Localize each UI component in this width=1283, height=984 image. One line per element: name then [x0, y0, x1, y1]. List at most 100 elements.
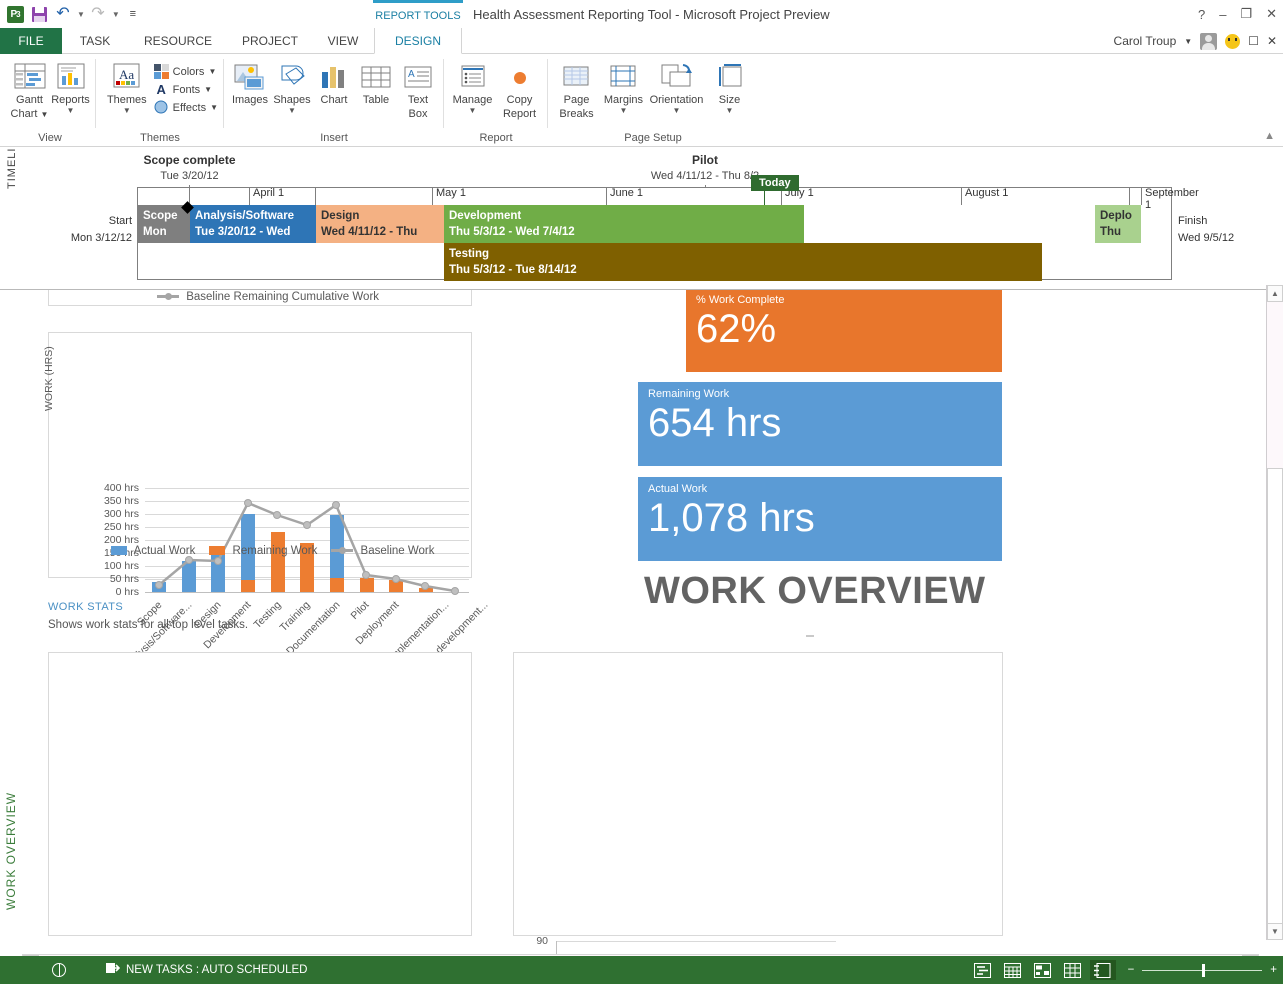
zoom-in-button[interactable]: + — [1270, 964, 1277, 976]
tab-view[interactable]: VIEW — [312, 28, 374, 54]
minimize-button[interactable]: – — [1219, 7, 1226, 22]
zoom-out-button[interactable]: − — [1128, 964, 1135, 976]
feedback-smiley-icon[interactable] — [1225, 34, 1240, 49]
margins-label: Margins — [604, 94, 643, 106]
timeline-bar-analysis[interactable]: Analysis/Software Tue 3/20/12 - Wed — [190, 205, 316, 243]
restore-button[interactable]: ❐ — [1240, 6, 1252, 22]
account-dropdown-icon[interactable]: ▼ — [1184, 37, 1192, 46]
orientation-dropdown-icon[interactable]: ▼ — [673, 108, 681, 114]
status-bar[interactable]: NEW TASKS : AUTO SCHEDULED − + — [0, 956, 1283, 984]
margins-dropdown-icon[interactable]: ▼ — [619, 108, 627, 114]
team-planner-view-button[interactable] — [1030, 960, 1056, 980]
redo-icon[interactable]: ↷ — [87, 3, 109, 25]
colors-button[interactable]: Colors ▼ — [154, 64, 218, 79]
shapes-button[interactable]: Shapes ▼ — [272, 58, 312, 114]
task-usage-view-button[interactable] — [1000, 960, 1026, 980]
avatar[interactable] — [1200, 33, 1217, 50]
save-icon[interactable] — [28, 3, 50, 25]
cumulative-work-legend-item: Baseline Remaining Cumulative Work — [157, 291, 379, 303]
fonts-button[interactable]: A Fonts ▼ — [154, 82, 218, 97]
report-view-button[interactable] — [1090, 960, 1116, 980]
effects-button[interactable]: Effects ▼ — [154, 100, 218, 115]
reports-dropdown-icon[interactable]: ▼ — [67, 108, 75, 114]
baseline-cumulative-label: Baseline Remaining Cumulative Work — [186, 291, 379, 303]
task-work-chart-panel[interactable]: WORK (HRS) 0 hrs 50 hrs 100 hrs 150 hrs … — [48, 332, 472, 578]
resource-work-stats-panel[interactable]: Carol Troup Paul Shakespear Michael Graf… — [48, 652, 472, 936]
close-button[interactable]: ✕ — [1266, 6, 1277, 22]
zoom-slider[interactable] — [1142, 970, 1262, 971]
manage-dropdown-icon[interactable]: ▼ — [469, 108, 477, 114]
vertical-scroll-thumb[interactable] — [1267, 468, 1283, 928]
tab-file[interactable]: FILE — [0, 28, 62, 54]
kpi-actual-work[interactable]: Actual Work 1,078 hrs — [638, 477, 1002, 561]
tab-resource[interactable]: RESOURCE — [128, 28, 228, 54]
undo-icon[interactable]: ↶ — [52, 3, 74, 25]
chart-button[interactable]: Chart — [314, 58, 354, 106]
redo-dropdown-icon[interactable]: ▼ — [112, 10, 120, 19]
report-canvas[interactable]: WORK OVERVIEW Baseline Remaining Cumulat… — [0, 290, 1283, 958]
timeline-bar-development[interactable]: Development Thu 5/3/12 - Wed 7/4/12 — [444, 205, 804, 243]
ribbon[interactable]: Gantt Chart ▼ Reports ▼ View Aa — [0, 54, 1283, 147]
effects-icon — [154, 100, 169, 115]
manage-label: Manage — [453, 94, 493, 106]
tab-task[interactable]: TASK — [62, 28, 128, 54]
ribbon-display-options-button[interactable]: ☐ — [1248, 34, 1259, 48]
themes-dropdown-icon[interactable]: ▼ — [123, 108, 131, 114]
vertical-scrollbar[interactable]: ▲ ▼ — [1266, 285, 1283, 940]
size-button[interactable]: Size ▼ — [707, 58, 752, 114]
text-box-button[interactable]: A Text Box — [398, 58, 438, 120]
customize-qat-icon[interactable]: ≡ — [122, 3, 144, 25]
themes-icon: Aa — [110, 60, 144, 92]
quick-access-toolbar[interactable]: P3 ↶ ▼ ↷ ▼ ≡ — [4, 3, 144, 25]
margins-button[interactable]: Margins ▼ — [601, 58, 646, 114]
zoom-slider-knob[interactable] — [1202, 964, 1205, 977]
images-button[interactable]: Images — [230, 58, 270, 106]
window-controls[interactable]: ? – ❐ ✕ — [1198, 0, 1277, 28]
tab-project[interactable]: PROJECT — [228, 28, 312, 54]
colors-dropdown-icon[interactable]: ▼ — [208, 67, 216, 76]
reports-button[interactable]: Reports ▼ — [51, 58, 90, 114]
timeline-tick-august: August 1 — [961, 187, 1008, 205]
zoom-control[interactable]: − + — [1128, 964, 1277, 976]
manage-button[interactable]: Manage ▼ — [450, 58, 495, 114]
page-breaks-button[interactable]: Page Breaks — [554, 58, 599, 120]
undo-dropdown-icon[interactable]: ▼ — [77, 10, 85, 19]
globe-icon[interactable] — [52, 963, 66, 977]
remaining-availability-panel[interactable]: 90 80 70 60 50 40 30 20 10 0 — [513, 652, 1003, 936]
shapes-dropdown-icon[interactable]: ▼ — [288, 108, 296, 114]
scroll-up-button[interactable]: ▲ — [1267, 285, 1283, 302]
timeline-bar-testing[interactable]: Testing Thu 5/3/12 - Tue 8/14/12 — [444, 243, 1042, 281]
timeline-panel[interactable]: TIMELINE Scope complete Tue 3/20/12 Pilo… — [0, 147, 1283, 290]
collapse-ribbon-button[interactable]: ▲ — [1264, 130, 1275, 142]
timeline-bar-scope[interactable]: Scope Mon — [138, 205, 190, 243]
account-name[interactable]: Carol Troup — [1114, 34, 1177, 48]
gantt-chart-button[interactable]: Gantt Chart ▼ — [10, 58, 49, 121]
tab-design[interactable]: DESIGN — [374, 28, 462, 54]
themes-button[interactable]: Aa Themes ▼ — [102, 58, 152, 114]
kpi-percent-work-complete[interactable]: % Work Complete 62% — [686, 290, 1002, 372]
effects-dropdown-icon[interactable]: ▼ — [210, 103, 218, 112]
gantt-view-button[interactable] — [970, 960, 996, 980]
ribbon-tab-strip[interactable]: FILE TASK RESOURCE PROJECT VIEW DESIGN C… — [0, 28, 1283, 54]
timeline-bar-design[interactable]: Design Wed 4/11/12 - Thu — [316, 205, 444, 243]
orientation-button[interactable]: Orientation ▼ — [648, 58, 705, 114]
report-tools-contextual-tab[interactable]: REPORT TOOLS — [373, 0, 463, 28]
scroll-down-button[interactable]: ▼ — [1267, 923, 1283, 940]
timeline-bar-deployment[interactable]: Deplo Thu — [1095, 205, 1141, 243]
images-label: Images — [232, 94, 268, 106]
copy-report-button[interactable]: Copy Report — [497, 58, 542, 120]
fonts-dropdown-icon[interactable]: ▼ — [204, 85, 212, 94]
timeline-tick-april: April 1 — [249, 187, 284, 205]
shapes-icon — [274, 60, 310, 92]
cumulative-work-chart-panel[interactable]: Baseline Remaining Cumulative Work — [48, 290, 472, 306]
schedule-mode-button[interactable]: NEW TASKS : AUTO SCHEDULED — [106, 963, 307, 978]
close-document-button[interactable]: ✕ — [1267, 34, 1277, 48]
account-area[interactable]: Carol Troup ▼ ☐ ✕ — [1114, 28, 1277, 54]
table-button[interactable]: Table — [356, 58, 396, 106]
resource-sheet-view-button[interactable] — [1060, 960, 1086, 980]
ribbon-group-insert-label: Insert — [230, 130, 438, 146]
ribbon-group-themes-label: Themes — [102, 130, 218, 146]
kpi-remaining-work[interactable]: Remaining Work 654 hrs — [638, 382, 1002, 466]
help-button[interactable]: ? — [1198, 7, 1205, 22]
size-dropdown-icon[interactable]: ▼ — [726, 108, 734, 114]
